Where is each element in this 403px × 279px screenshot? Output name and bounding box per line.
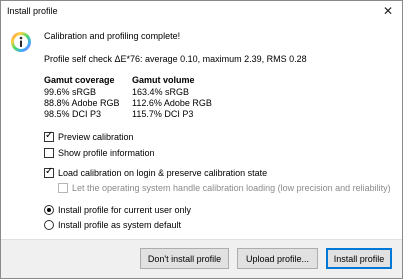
install-system-default-label: Install profile as system default — [58, 220, 182, 230]
dont-install-profile-button[interactable]: Don't install profile — [140, 248, 229, 269]
install-profile-button[interactable]: Install profile — [326, 248, 392, 269]
load-calibration-label: Load calibration on login & preserve cal… — [58, 168, 268, 178]
completion-message: Calibration and profiling complete! — [44, 31, 181, 41]
gamut-volume-block: Gamut volume 163.4% sRGB 112.6% Adobe RG… — [132, 75, 212, 120]
checkbox-box[interactable]: ✓ — [44, 166, 54, 178]
button-bar: Don't install profile Upload profile... … — [1, 239, 402, 278]
gamut-coverage-header: Gamut coverage — [44, 75, 115, 85]
gamut-volume-srgb: 163.4% sRGB — [132, 87, 190, 97]
title-bar[interactable]: Install profile ✕ — [1, 1, 402, 21]
show-profile-info-label: Show profile information — [58, 148, 155, 158]
radio-selected-dot — [47, 208, 51, 212]
gamut-coverage-dcip3: 98.5% DCI P3 — [44, 109, 102, 119]
gamut-coverage-srgb: 99.6% sRGB — [44, 87, 97, 97]
dialog-content: Calibration and profiling complete! Prof… — [1, 21, 402, 239]
preview-calibration-checkbox[interactable]: ✓ Preview calibration — [44, 130, 134, 143]
close-button[interactable]: ✕ — [380, 3, 396, 19]
window-title: Install profile — [7, 6, 58, 16]
gamut-volume-header: Gamut volume — [132, 75, 195, 85]
gamut-coverage-block: Gamut coverage 99.6% sRGB 88.8% Adobe RG… — [44, 75, 120, 120]
install-profile-dialog: Install profile ✕ Calibration and profil… — [0, 0, 403, 279]
install-system-default-radio[interactable]: Install profile as system default — [44, 219, 181, 231]
checkbox-box — [58, 183, 68, 193]
checkmark-icon: ✓ — [45, 166, 54, 177]
gamut-volume-adobergb: 112.6% Adobe RGB — [132, 98, 212, 108]
checkbox-box[interactable]: ✓ — [44, 130, 54, 142]
gamut-volume-dcip3: 115.7% DCI P3 — [132, 109, 194, 119]
radio-button[interactable] — [44, 220, 54, 230]
checkmark-icon: ✓ — [45, 130, 54, 141]
install-current-user-radio[interactable]: Install profile for current user only — [44, 204, 191, 216]
install-current-user-label: Install profile for current user only — [58, 205, 192, 215]
load-calibration-checkbox[interactable]: ✓ Load calibration on login & preserve c… — [44, 166, 268, 179]
upload-profile-button[interactable]: Upload profile... — [237, 248, 318, 269]
os-handle-calibration-label: Let the operating system handle calibrat… — [72, 183, 391, 193]
os-handle-calibration-checkbox: Let the operating system handle calibrat… — [58, 182, 391, 194]
show-profile-info-checkbox[interactable]: Show profile information — [44, 147, 155, 159]
self-check-result: Profile self check ΔE*76: average 0.10, … — [44, 54, 307, 64]
gamut-coverage-adobergb: 88.8% Adobe RGB — [44, 98, 120, 108]
info-icon — [11, 32, 31, 52]
preview-calibration-label: Preview calibration — [58, 132, 134, 142]
radio-button[interactable] — [44, 205, 54, 215]
checkbox-box[interactable] — [44, 148, 54, 158]
